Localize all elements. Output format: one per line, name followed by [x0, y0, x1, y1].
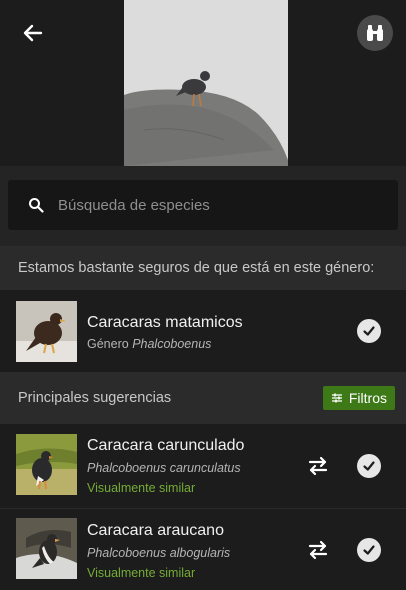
- genus-rank: Género Phalcoboenus: [87, 337, 211, 351]
- visually-similar-tag: Visualmente similar: [87, 481, 196, 495]
- select-species-button[interactable]: [357, 538, 381, 562]
- suggestion-row[interactable]: Caracara carunculado Phalcoboenus carunc…: [0, 424, 406, 508]
- species-search[interactable]: [8, 180, 398, 230]
- filters-label: Filtros: [348, 390, 387, 406]
- binoculars-icon: [367, 25, 383, 41]
- sliders-icon: [331, 392, 343, 404]
- species-thumbnail: [16, 518, 77, 579]
- suggestion-row[interactable]: Caracara araucano Phalcoboenus albogular…: [0, 508, 406, 590]
- observation-photo: [124, 0, 288, 166]
- back-button[interactable]: [18, 18, 48, 48]
- genus-section-heading: Estamos bastante seguros de que está en …: [0, 246, 406, 290]
- search-area: [0, 166, 406, 246]
- species-common-name: Caracara carunculado: [87, 437, 245, 454]
- select-genus-button[interactable]: [357, 319, 381, 343]
- swap-arrows-icon: [308, 540, 328, 560]
- visually-similar-tag: Visualmente similar: [87, 566, 196, 580]
- genus-suggestion-row[interactable]: Caracaras matamicos Género Phalcoboenus: [0, 290, 406, 372]
- compare-species-button[interactable]: [306, 538, 330, 562]
- swap-arrows-icon: [308, 456, 328, 476]
- compare-species-button[interactable]: [306, 454, 330, 478]
- compare-button[interactable]: [357, 15, 393, 51]
- genus-common-name: Caracaras matamicos: [87, 314, 243, 331]
- genus-thumbnail: [16, 301, 77, 362]
- search-input[interactable]: [58, 196, 358, 214]
- photo-header: [0, 0, 406, 166]
- genus-rank-label: Género: [87, 337, 129, 351]
- genus-scientific-name: Phalcoboenus: [132, 337, 212, 351]
- filters-button[interactable]: Filtros: [322, 386, 395, 410]
- check-icon: [363, 461, 375, 471]
- select-species-button[interactable]: [357, 454, 381, 478]
- species-scientific-name: Phalcoboenus carunculatus: [87, 461, 241, 475]
- species-common-name: Caracara araucano: [87, 522, 224, 539]
- search-icon: [28, 196, 46, 214]
- check-icon: [363, 326, 375, 336]
- species-scientific-name: Phalcoboenus albogularis: [87, 546, 231, 560]
- suggestions-section-heading: Principales sugerencias Filtros: [0, 372, 406, 424]
- suggestions-heading-text: Principales sugerencias: [18, 390, 172, 406]
- species-thumbnail: [16, 434, 77, 495]
- genus-heading-text: Estamos bastante seguros de que está en …: [18, 260, 375, 276]
- check-icon: [363, 545, 375, 555]
- arrow-left-icon: [23, 24, 43, 42]
